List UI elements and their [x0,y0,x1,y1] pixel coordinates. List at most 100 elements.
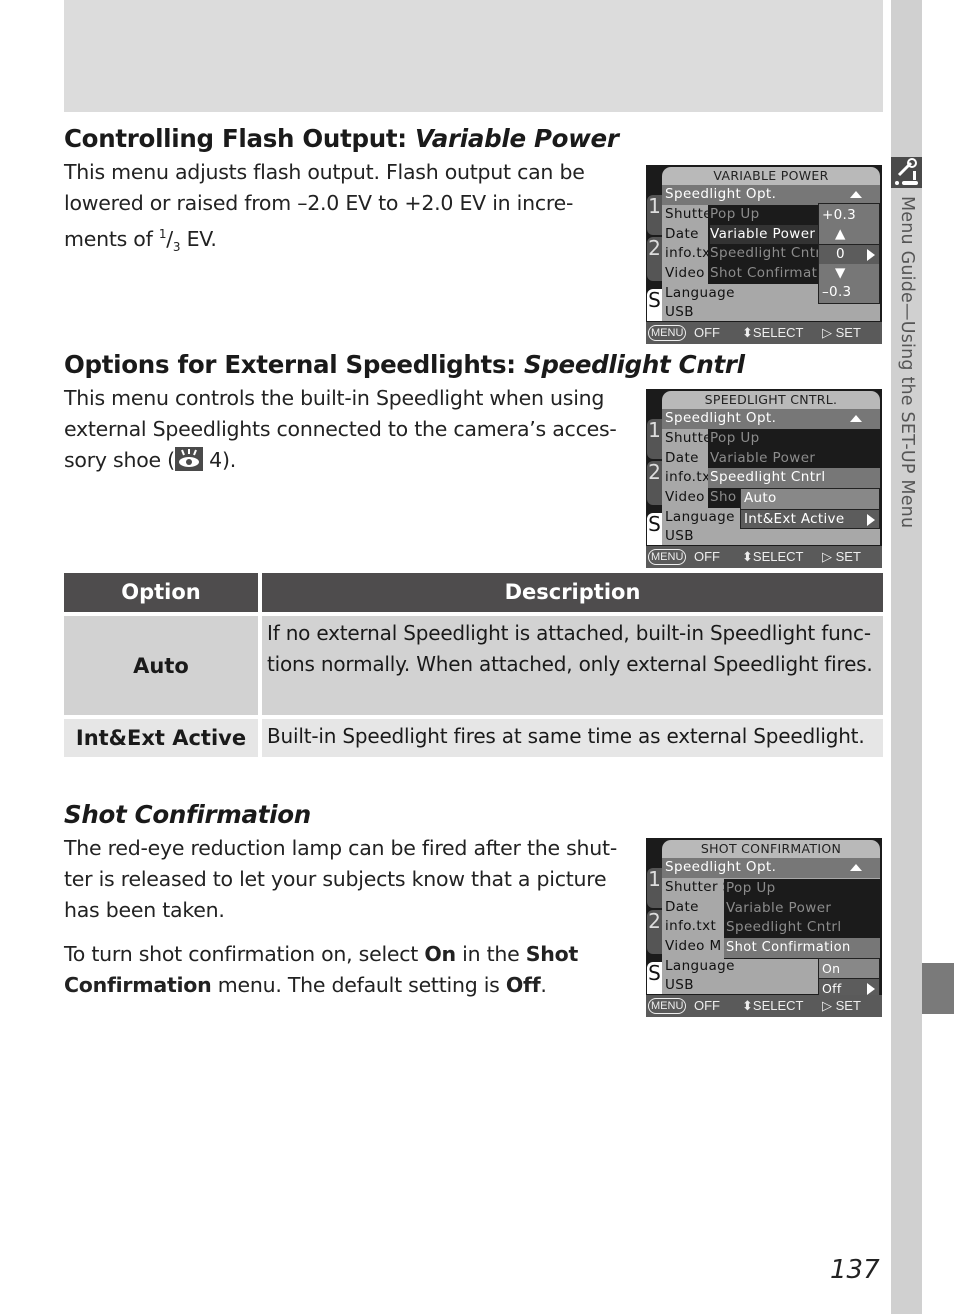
text: To turn shot confirmation on, select [64,942,425,966]
value-item: +0.3 [822,207,856,223]
value-item: –0.3 [822,284,852,300]
screen-footer: MENU OFF ⬍SELECT ▷ SET [646,322,882,344]
submenu-item: Variable Power [710,449,816,466]
submenu-item: Pop Up [710,430,760,446]
tab-2: 2 [647,461,662,505]
text: menu. The default setting is [211,972,506,997]
menu-item: info.txt [665,918,717,934]
right-arrow-icon [867,249,875,261]
menu-item: USB [665,528,694,544]
menu-item: Video [665,265,705,281]
menu-item: Video [665,489,705,505]
speedlight-cntrl-text: This menu controls the built-in Speedlig… [64,383,630,475]
submenu-item: Speedlight Cntrl [726,919,842,936]
menu-item-label: Speedlight Opt. [665,186,777,202]
menu-button-label: MENU [648,998,687,1014]
submenu-item-selected: Shot Confirmation [724,938,880,958]
screen-tabs: 1 2 S [646,858,662,994]
option-item-selected: Int&Ext Active [741,508,879,529]
submenu-item-selected: Speedlight Cntrl [708,468,880,488]
screen-tabs: 1 2 S [646,409,662,545]
up-arrow-icon [850,864,862,871]
option-item: Auto [744,490,777,506]
footer-set: ▷ SET [822,325,861,340]
table-header-row: Option Description [64,573,883,612]
menu-item: Speedlight Opt. [662,185,880,205]
screen-title: SPEEDLIGHT CNTRL. [662,391,880,409]
heading-text: Controlling Flash Output: [64,124,416,153]
menu-button-label: MENU [648,549,687,565]
figure-placeholder [64,0,883,112]
setup-wrench-icon [891,157,922,188]
screen-footer: MENU OFF ⬍SELECT ▷ SET [646,995,882,1017]
heading-italic: Shot Confirmation [64,800,311,829]
submenu-item: Variable Power [726,899,832,916]
submenu-item: Shot Confirmat [710,264,818,281]
screen-title: SHOT CONFIRMATION [662,840,880,858]
option-item: On [822,961,841,976]
menu-item: Date [665,450,699,466]
variable-power-text: This menu adjusts flash output. Flash ou… [64,160,585,254]
heading-text: Options for External Speedlights: [64,350,524,379]
menu-item: info.tx [665,469,711,485]
table-cell-option: Int&Ext Active [64,719,258,757]
value-selector: +0.3 ▲ 0 ▼ –0.3 [818,203,880,304]
shot-confirmation-text-2: To turn shot confirmation on, select On … [64,939,634,1001]
screen-tabs: 1 2 S [646,185,662,321]
table-row: Int&Ext Active Built-in Speedlight fires… [64,719,883,757]
bold-text: Off [505,972,541,997]
table-header-description: Description [262,573,883,612]
camera-screen-speedlight-cntrl: SPEEDLIGHT CNTRL. 1 2 S Speedlight Opt. … [646,389,882,568]
menu-item-label: Speedlight Opt. [665,410,777,426]
submenu-item: Sho [710,488,737,505]
menu-item: Language [665,958,735,974]
table-header-option: Option [64,573,258,612]
bold-text: On [424,942,456,966]
right-arrow-icon [867,513,875,526]
table-row: Auto If no external Speedlight is attach… [64,616,883,715]
camera-screen-variable-power: VARIABLE POWER 1 2 S Speedlight Opt. Shu… [646,165,882,344]
text: This menu adjusts flash output. Flash ou… [64,160,585,251]
menu-item: Date [665,899,699,915]
fraction-numerator: 1 [158,226,167,241]
text: EV. [180,226,217,251]
page-number: 137 [830,1255,880,1285]
menu-item: Speedlight Opt. [662,409,880,429]
footer-off: OFF [694,549,720,564]
tab-1: 1 [647,419,662,459]
submenu-item: Pop Up [726,880,776,896]
tab-1: 1 [647,195,662,235]
shot-confirmation-text-1: The red-eye reduction lamp can be fired … [64,836,617,922]
menu-item: Speedlight Opt. [662,858,880,878]
value-item-selected: 0 [819,244,879,264]
footer-select: ⬍SELECT [742,549,804,564]
menu-item: USB [665,977,694,993]
menu-item: Shutte [665,430,712,446]
menu-item-label: Speedlight Opt. [665,859,777,875]
screen-title: VARIABLE POWER [662,167,880,185]
footer-select: ⬍SELECT [742,325,804,340]
heading-shot-confirmation: Shot Confirmation [64,800,311,829]
value-text: 0 [836,246,845,262]
screen-footer: MENU OFF ⬍SELECT ▷ SET [646,546,882,568]
option-text: Int&Ext Active [744,510,845,527]
up-arrow-icon [850,415,862,422]
camera-screen-shot-confirmation: SHOT CONFIRMATION 1 2 S Speedlight Opt. … [646,838,882,1017]
menu-item: Video M [665,938,722,954]
chapter-title: Menu Guide—Using the SET-UP Menu [897,196,917,529]
value-item: ▼ [835,265,846,281]
up-arrow-icon [850,191,862,198]
text: in the [455,942,526,966]
menu-item: Date [665,226,699,242]
menu-item: Shutter S [665,879,732,895]
tab-setup: S [647,962,662,994]
tab-2: 2 [647,237,662,281]
footer-off: OFF [694,998,720,1013]
menu-item: Shutte [665,206,712,222]
value-item: ▲ [835,226,846,242]
text: This menu controls the built-in Speedlig… [64,386,617,472]
heading-variable-power: Controlling Flash Output: Variable Power [64,124,619,153]
table-cell-description: Built-in Speedlight fires at same time a… [262,719,883,757]
eye-reference-icon [174,446,203,471]
option-selector: Auto Int&Ext Active [740,488,880,529]
